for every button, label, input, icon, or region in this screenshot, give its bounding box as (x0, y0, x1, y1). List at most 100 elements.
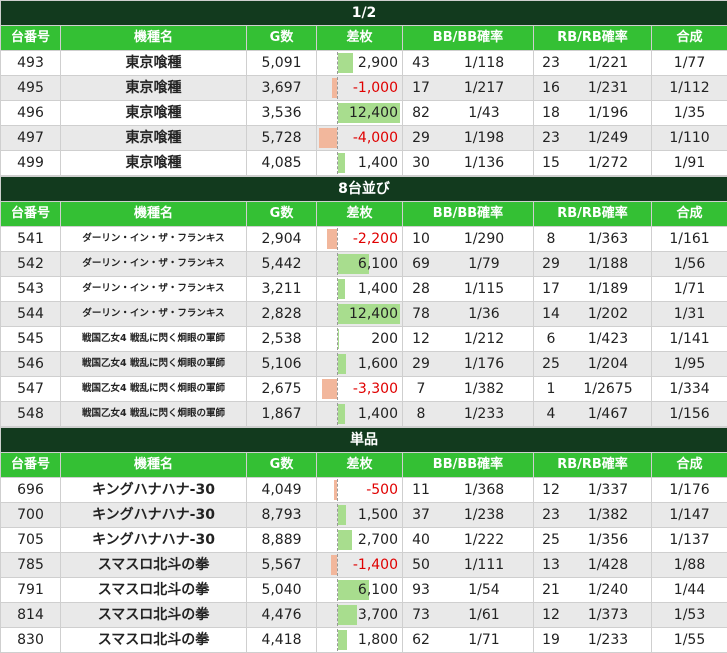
rb-rate: 1/202 (568, 302, 648, 326)
rb-stats: 121/373 (534, 603, 652, 628)
column-header: 差枚 (317, 453, 403, 478)
combined-rate: 1/88 (652, 553, 727, 578)
model-name: スマスロ北斗の拳 (61, 628, 247, 653)
bb-rate: 1/79 (439, 252, 529, 276)
machine-number: 546 (1, 352, 61, 377)
section-title: 1/2 (1, 1, 727, 26)
diff-value: 1,400 (358, 151, 398, 175)
column-header: 合成 (652, 453, 727, 478)
bb-rate: 1/368 (439, 478, 529, 502)
bb-rate: 1/54 (439, 578, 529, 602)
bb-stats: 621/71 (403, 628, 534, 653)
bb-rate: 1/61 (439, 603, 529, 627)
zero-line (337, 77, 338, 99)
diff-value: 12,400 (349, 302, 398, 326)
section-table: 単品台番号機種名G数差枚BB/BB確率RB/RB確率合成696キングハナハナ-3… (0, 427, 727, 653)
combined-rate: 1/156 (652, 402, 727, 427)
bb-count: 62 (403, 628, 439, 652)
rb-rate: 1/189 (568, 277, 648, 301)
model-name: ダーリン・イン・ザ・フランキス (61, 252, 247, 277)
table-row: 499東京喰種4,0851,400301/136151/2721/91 (1, 151, 727, 176)
machine-number: 495 (1, 76, 61, 101)
diff-coins: -4,000 (317, 126, 403, 151)
rb-stats: 61/423 (534, 327, 652, 352)
rb-rate: 1/204 (568, 352, 648, 376)
game-count: 4,085 (247, 151, 317, 176)
machine-number: 545 (1, 327, 61, 352)
combined-rate: 1/147 (652, 503, 727, 528)
bb-rate: 1/198 (439, 126, 529, 150)
bb-count: 40 (403, 528, 439, 552)
diff-value: 200 (371, 327, 398, 351)
bb-stats: 501/111 (403, 553, 534, 578)
bb-stats: 81/233 (403, 402, 534, 427)
zero-line (337, 554, 338, 576)
rb-count: 8 (534, 227, 568, 251)
bb-rate: 1/222 (439, 528, 529, 552)
game-count: 4,049 (247, 478, 317, 503)
bb-rate: 1/238 (439, 503, 529, 527)
negative-bar (327, 229, 337, 249)
diff-coins: 1,400 (317, 277, 403, 302)
column-header: RB/RB確率 (534, 202, 652, 227)
diff-value: 6,100 (358, 252, 398, 276)
table-row: 548戦国乙女4 戦乱に閃く炯眼の軍師1,8671,40081/23341/46… (1, 402, 727, 427)
diff-value: -1,400 (353, 553, 398, 577)
diff-coins: 2,900 (317, 51, 403, 76)
bb-stats: 691/79 (403, 252, 534, 277)
bb-stats: 401/222 (403, 528, 534, 553)
negative-bar (322, 379, 337, 399)
model-name: キングハナハナ-30 (61, 503, 247, 528)
rb-stats: 41/467 (534, 402, 652, 427)
diff-coins: -2,200 (317, 227, 403, 252)
combined-rate: 1/91 (652, 151, 727, 176)
column-header: 台番号 (1, 202, 61, 227)
column-header: G数 (247, 202, 317, 227)
rb-stats: 181/196 (534, 101, 652, 126)
bb-count: 82 (403, 101, 439, 125)
diff-coins: -1,000 (317, 76, 403, 101)
bb-count: 30 (403, 151, 439, 175)
diff-value: -1,000 (353, 76, 398, 100)
bb-rate: 1/111 (439, 553, 529, 577)
combined-rate: 1/55 (652, 628, 727, 653)
model-name: 東京喰種 (61, 51, 247, 76)
game-count: 3,697 (247, 76, 317, 101)
model-name: ダーリン・イン・ザ・フランキス (61, 227, 247, 252)
machine-number: 493 (1, 51, 61, 76)
column-header: G数 (247, 26, 317, 51)
combined-rate: 1/334 (652, 377, 727, 402)
machine-number: 541 (1, 227, 61, 252)
table-row: 543ダーリン・イン・ザ・フランキス3,2111,400281/115171/1… (1, 277, 727, 302)
bb-count: 11 (403, 478, 439, 502)
section-title-row: 8台並び (1, 177, 727, 202)
diff-value: 1,600 (358, 352, 398, 376)
positive-bar (338, 530, 352, 550)
column-header: 差枚 (317, 26, 403, 51)
game-count: 5,106 (247, 352, 317, 377)
combined-rate: 1/141 (652, 327, 727, 352)
bb-count: 93 (403, 578, 439, 602)
rb-stats: 231/249 (534, 126, 652, 151)
combined-rate: 1/35 (652, 101, 727, 126)
negative-bar (334, 480, 337, 500)
diff-value: -500 (366, 478, 398, 502)
bb-stats: 171/217 (403, 76, 534, 101)
diff-coins: 200 (317, 327, 403, 352)
bb-rate: 1/115 (439, 277, 529, 301)
rb-rate: 1/240 (568, 578, 648, 602)
machine-number: 548 (1, 402, 61, 427)
rb-stats: 291/188 (534, 252, 652, 277)
diff-coins: 2,700 (317, 528, 403, 553)
game-count: 5,091 (247, 51, 317, 76)
model-name: 東京喰種 (61, 126, 247, 151)
rb-stats: 191/233 (534, 628, 652, 653)
rb-rate: 1/373 (568, 603, 648, 627)
positive-bar (338, 329, 339, 349)
rb-stats: 251/356 (534, 528, 652, 553)
machine-number: 700 (1, 503, 61, 528)
game-count: 3,536 (247, 101, 317, 126)
diff-value: 1,800 (358, 628, 398, 652)
rb-rate: 1/428 (568, 553, 648, 577)
column-header: 合成 (652, 202, 727, 227)
